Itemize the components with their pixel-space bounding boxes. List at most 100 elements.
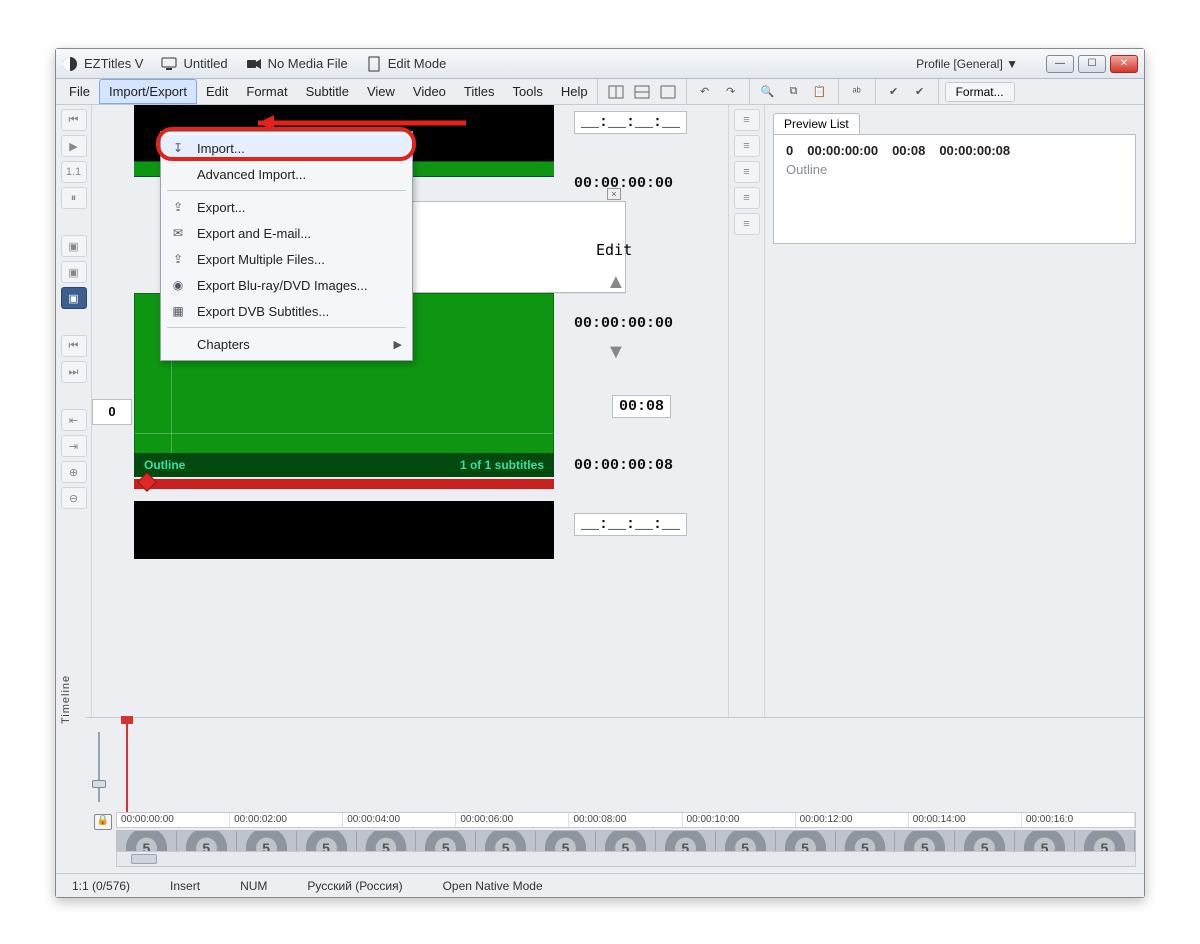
tc-frames[interactable]: 00:08	[612, 395, 671, 418]
minimize-button[interactable]: —	[1046, 55, 1074, 73]
menu-tools[interactable]: Tools	[503, 79, 551, 104]
rail-del-icon[interactable]: ⊖	[61, 487, 87, 509]
menu-advanced-import[interactable]: Advanced Import...	[161, 161, 412, 187]
check2-icon[interactable]: ✔	[908, 81, 932, 103]
menu-export-dvb[interactable]: ▦Export DVB Subtitles...	[161, 298, 412, 324]
tick: 00:00:08:00	[569, 813, 682, 827]
preview-dur: 00:08	[892, 143, 925, 158]
menu-chapters[interactable]: Chapters▶	[161, 331, 412, 357]
page-icon	[366, 56, 382, 72]
arrow-up-icon[interactable]: ▲	[606, 271, 626, 294]
menu-export-bluray[interactable]: ◉Export Blu-ray/DVD Images...	[161, 272, 412, 298]
rail-in-icon[interactable]: ⇤	[61, 409, 87, 431]
subtitle-count: 1 of 1 subtitles	[460, 458, 544, 472]
rail-out-icon[interactable]: ⇥	[61, 435, 87, 457]
status-position: 1:1 (0/576)	[66, 879, 136, 893]
tool-layout1-icon[interactable]	[604, 81, 628, 103]
arrow-down-icon[interactable]: ▼	[606, 341, 626, 364]
rail-rewind-icon[interactable]: ⏮	[61, 109, 87, 131]
monitor-icon	[161, 56, 177, 72]
tick: 00:00:16:0	[1022, 813, 1135, 827]
rrail-e-icon[interactable]: ≡	[734, 213, 760, 235]
tc-out: 00:00:00:08	[574, 457, 673, 474]
rrail-d-icon[interactable]: ≡	[734, 187, 760, 209]
app-icon	[62, 56, 78, 72]
rail-add-icon[interactable]: ⊕	[61, 461, 87, 483]
paste-icon[interactable]: 📋	[808, 81, 832, 103]
dvb-icon: ▦	[169, 302, 187, 320]
video-blackbar-bottom	[134, 501, 554, 559]
import-icon: ↧	[169, 139, 187, 157]
zoom-icon[interactable]: 🔍	[756, 81, 780, 103]
preview-list[interactable]: 0 00:00:00:00 00:08 00:00:00:08 Outline	[773, 134, 1136, 244]
menu-export-email[interactable]: ✉Export and E-mail...	[161, 220, 412, 246]
menu-help[interactable]: Help	[552, 79, 597, 104]
mode-label: Edit Mode	[388, 56, 447, 71]
maximize-button[interactable]: ☐	[1078, 55, 1106, 73]
menu-titles[interactable]: Titles	[455, 79, 504, 104]
tc-mid: 00:00:00:00	[574, 315, 673, 332]
timeline-scrollbar[interactable]	[116, 851, 1136, 867]
subtitle-index[interactable]: 0	[92, 399, 132, 425]
close-button[interactable]: ✕	[1110, 55, 1138, 73]
media-label: No Media File	[268, 56, 348, 71]
timeline-label: Timeline	[60, 675, 72, 724]
menu-video[interactable]: Video	[404, 79, 455, 104]
rail-b-icon[interactable]: ▣	[61, 261, 87, 283]
rail-a-icon[interactable]: ▣	[61, 235, 87, 257]
tool-layout3-icon[interactable]	[656, 81, 680, 103]
chevron-right-icon: ▶	[394, 338, 402, 351]
rrail-c-icon[interactable]: ≡	[734, 161, 760, 183]
tick: 00:00:00:00	[117, 813, 230, 827]
preview-num: 0	[786, 143, 793, 158]
tick: 00:00:04:00	[343, 813, 456, 827]
rrail-a-icon[interactable]: ≡	[734, 109, 760, 131]
app-window: EZTitles V Untitled No Media File Edit M…	[55, 48, 1145, 898]
menu-file[interactable]: File	[60, 79, 99, 104]
menu-edit[interactable]: Edit	[197, 79, 237, 104]
tool-layout2-icon[interactable]	[630, 81, 654, 103]
timeline-playhead[interactable]	[126, 718, 128, 818]
mail-icon: ✉	[169, 224, 187, 242]
tc-in: 00:00:00:00	[574, 175, 673, 192]
tc-field-blank-bottom[interactable]: __:__:__:__	[574, 513, 687, 536]
preview-subtitle-text: Outline	[786, 162, 1123, 177]
tick: 00:00:02:00	[230, 813, 343, 827]
statusbar: 1:1 (0/576) Insert NUM Русский (Россия) …	[56, 873, 1144, 897]
profile-selector[interactable]: Profile [General] ▼	[916, 57, 1018, 71]
blank-icon	[169, 165, 187, 183]
timeline-cursor-bar[interactable]	[134, 479, 554, 489]
subtitle-footer: Outline 1 of 1 subtitles	[134, 453, 554, 477]
spellcheck-icon[interactable]: ᵃᵇ	[845, 81, 869, 103]
rail-next-icon[interactable]: ⏭	[61, 361, 87, 383]
menu-format[interactable]: Format	[237, 79, 296, 104]
status-numlock: NUM	[234, 879, 273, 893]
rail-speed-icon[interactable]: 1.1	[61, 161, 87, 183]
rail-play-icon[interactable]: ▶	[61, 135, 87, 157]
check-icon[interactable]: ✔	[882, 81, 906, 103]
menu-view[interactable]: View	[358, 79, 404, 104]
timeline-ruler[interactable]: 00:00:00:00 00:00:02:00 00:00:04:00 00:0…	[116, 812, 1136, 828]
menu-export[interactable]: ⇪Export...	[161, 194, 412, 220]
menu-subtitle[interactable]: Subtitle	[297, 79, 358, 104]
menu-import[interactable]: ↧Import...	[161, 135, 412, 161]
rail-prev-icon[interactable]: ⏮	[61, 335, 87, 357]
preview-in: 00:00:00:00	[807, 143, 878, 158]
timeline-zoom-slider[interactable]	[92, 732, 106, 802]
disc-icon: ◉	[169, 276, 187, 294]
copy-icon[interactable]: ⧉	[782, 81, 806, 103]
preview-tab[interactable]: Preview List	[773, 113, 860, 134]
redo-icon[interactable]: ↷	[719, 81, 743, 103]
format-button[interactable]: Format...	[945, 82, 1015, 102]
tick: 00:00:12:00	[796, 813, 909, 827]
undo-icon[interactable]: ↶	[693, 81, 717, 103]
rail-pause-icon[interactable]: ⏸	[61, 187, 87, 209]
tc-field-blank-top[interactable]: __:__:__:__	[574, 111, 687, 134]
menu-export-multiple[interactable]: ⇪Export Multiple Files...	[161, 246, 412, 272]
rrail-b-icon[interactable]: ≡	[734, 135, 760, 157]
app-name: EZTitles V	[84, 56, 143, 71]
tick: 00:00:06:00	[456, 813, 569, 827]
timeline-lock-icon[interactable]: 🔒	[94, 814, 112, 830]
menu-import-export[interactable]: Import/Export	[99, 79, 197, 104]
rail-c-icon[interactable]: ▣	[61, 287, 87, 309]
